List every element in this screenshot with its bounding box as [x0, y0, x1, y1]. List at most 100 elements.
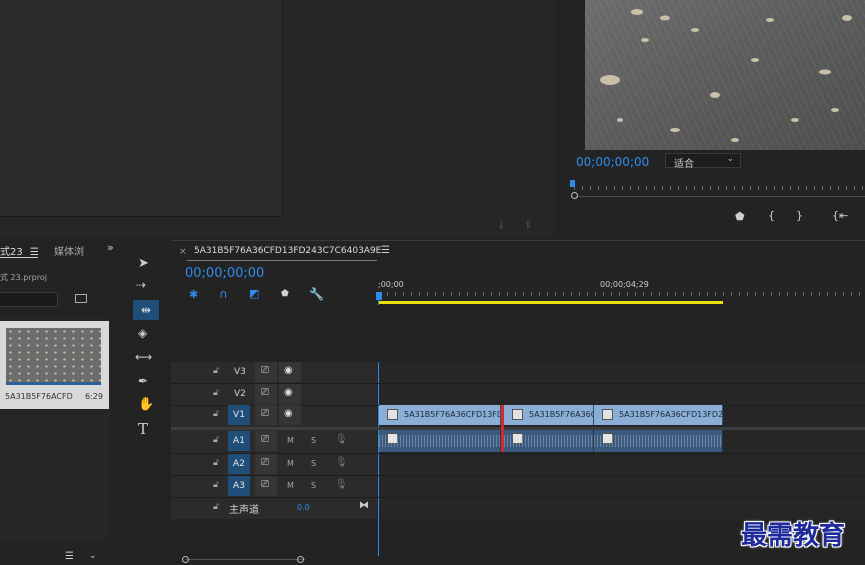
- timeline-timecode[interactable]: 00;00;00;00: [185, 266, 264, 281]
- lock-icon[interactable]: 🔓︎: [213, 480, 219, 490]
- pen-tool-icon[interactable]: ✒: [138, 374, 148, 388]
- microphone-icon[interactable]: 🎙︎: [335, 457, 348, 468]
- panel-overflow-icon[interactable]: »: [107, 241, 114, 254]
- hand-tool-icon[interactable]: ✋: [138, 397, 154, 412]
- video-clip-3[interactable]: 5A31B5F76A36CFD13FD24: [594, 405, 723, 425]
- track-a1-target[interactable]: A1: [228, 431, 250, 451]
- eye-icon[interactable]: ◉: [284, 387, 293, 398]
- film-icon[interactable]: ⎚: [261, 479, 269, 490]
- solo-button[interactable]: S: [311, 459, 316, 468]
- audio-clip-1[interactable]: [379, 430, 501, 452]
- track-area-empty: [171, 305, 865, 362]
- sequence-tab[interactable]: 5A31B5F76A36CFD13FD243C7C6403A9E: [194, 246, 381, 256]
- film-icon[interactable]: ⎚: [261, 365, 269, 376]
- selection-tool-icon[interactable]: ➤: [138, 256, 149, 271]
- export-frame-icon[interactable]: ⇪: [524, 220, 536, 231]
- film-icon[interactable]: ⎚: [261, 457, 269, 468]
- track-a2-target[interactable]: A2: [228, 454, 250, 474]
- timeline-scroll-track[interactable]: [185, 559, 305, 560]
- mark-out-icon[interactable]: }: [796, 209, 803, 222]
- insert-icon[interactable]: ⤓: [499, 220, 511, 231]
- mark-in-icon[interactable]: {: [768, 209, 775, 222]
- insert-nest-icon[interactable]: ◩: [249, 287, 259, 300]
- solo-button[interactable]: S: [311, 481, 316, 490]
- program-time-ruler[interactable]: [574, 186, 865, 190]
- timeline-ruler[interactable]: [379, 292, 865, 296]
- program-timecode[interactable]: 00;00;00;00: [576, 155, 649, 169]
- ruler-mid-label: 00;00;04;29: [600, 280, 649, 289]
- lock-icon[interactable]: 🔓︎: [213, 435, 219, 445]
- audio-waveform: [594, 435, 722, 447]
- go-to-end-icon[interactable]: ⧓: [359, 500, 369, 511]
- tab-underline: [0, 257, 38, 258]
- audio-clip-2[interactable]: [504, 430, 594, 452]
- scroll-handle[interactable]: [297, 556, 304, 563]
- project-filename: 式 23.prproj: [0, 273, 47, 282]
- program-scroll-track[interactable]: [576, 196, 865, 197]
- wrench-icon[interactable]: 🔧: [309, 287, 324, 301]
- slip-tool-icon[interactable]: ⟷: [135, 350, 152, 364]
- close-icon[interactable]: ×: [179, 247, 187, 257]
- lock-icon[interactable]: 🔓︎: [213, 409, 219, 419]
- chevron-down-icon[interactable]: ⌄: [89, 551, 97, 561]
- ripple-edit-tool-icon[interactable]: ⇹: [133, 300, 159, 320]
- track-v3-label[interactable]: V3: [234, 367, 246, 377]
- work-area-bar[interactable]: [379, 301, 723, 304]
- list-view-icon[interactable]: ☰: [65, 551, 74, 562]
- program-playhead[interactable]: [570, 180, 575, 187]
- clip-duration: 6:29: [85, 392, 103, 401]
- project-panel: 式23 ☰ 媒体浏 » 式 23.prproj 5A31B5F76ACFD 6:…: [0, 240, 121, 564]
- scroll-handle[interactable]: [182, 556, 189, 563]
- lock-icon[interactable]: 🔓︎: [213, 388, 219, 398]
- track-v2-label[interactable]: V2: [234, 389, 246, 399]
- linked-selection-icon[interactable]: ∩: [219, 287, 228, 301]
- film-icon[interactable]: ⎚: [261, 387, 269, 398]
- go-to-in-icon[interactable]: {⇤: [832, 209, 848, 222]
- razor-tool-icon[interactable]: ◈: [138, 326, 147, 340]
- lock-icon[interactable]: 🔓︎: [213, 366, 219, 376]
- film-icon[interactable]: ⎚: [261, 408, 269, 419]
- menu-icon[interactable]: ☰: [381, 245, 390, 256]
- microphone-icon[interactable]: 🎙︎: [335, 434, 348, 445]
- fit-dropdown[interactable]: 适合 ⌄: [665, 153, 741, 170]
- eye-icon[interactable]: ◉: [284, 365, 293, 376]
- eye-icon[interactable]: ◉: [284, 408, 293, 419]
- mute-button[interactable]: M: [287, 481, 294, 490]
- audio-waveform: [504, 435, 593, 447]
- track-v1-target[interactable]: V1: [228, 405, 250, 425]
- tab-project[interactable]: 式23 ☰: [0, 243, 39, 258]
- lock-icon[interactable]: 🔓︎: [213, 458, 219, 468]
- mute-button[interactable]: M: [287, 459, 294, 468]
- microphone-icon[interactable]: 🎙︎: [335, 479, 348, 490]
- add-marker-icon[interactable]: ⬟: [281, 289, 289, 299]
- project-search-input[interactable]: [0, 292, 58, 307]
- tab-underline: [187, 260, 377, 261]
- tab-media-browser[interactable]: 媒体浏: [54, 243, 84, 258]
- mute-button[interactable]: M: [287, 436, 294, 445]
- source-monitor-panel: ⤓ ⇪: [0, 0, 555, 237]
- track-a3-target[interactable]: A3: [228, 476, 250, 496]
- film-icon[interactable]: ⎚: [261, 434, 269, 445]
- find-icon[interactable]: [75, 294, 87, 303]
- video-clip-2[interactable]: 5A31B5F76A36C: [504, 405, 594, 425]
- fx-icon: [387, 409, 398, 420]
- solo-button[interactable]: S: [311, 436, 316, 445]
- track-select-tool-icon[interactable]: ⇢: [136, 278, 146, 292]
- timeline-playhead[interactable]: [376, 292, 382, 300]
- fx-icon: [512, 409, 523, 420]
- track-a3: 🔓︎ A3 ⎚ M S 🎙︎: [171, 475, 865, 497]
- video-clip-3-name: 5A31B5F76A36CFD13FD24: [619, 410, 723, 419]
- clip-thumbnail-card[interactable]: 5A31B5F76ACFD 6:29: [0, 321, 109, 409]
- edit-point-marker[interactable]: [501, 405, 504, 452]
- master-volume-value[interactable]: 0.0: [297, 503, 310, 512]
- audio-clip-3[interactable]: [594, 430, 723, 452]
- track-v3: 🔓︎ V3 ⎚ ◉: [171, 362, 865, 384]
- scroll-handle[interactable]: [571, 192, 578, 199]
- snap-icon[interactable]: ✱: [189, 288, 198, 301]
- track-v2: 🔓︎ V2 ⎚ ◉: [171, 384, 865, 406]
- lock-icon[interactable]: 🔓︎: [213, 502, 219, 512]
- add-marker-icon[interactable]: ⬟: [735, 210, 745, 223]
- video-clip-1[interactable]: 5A31B5F76A36CFD13FD2: [379, 405, 501, 425]
- track-a2: 🔓︎ A2 ⎚ M S 🎙︎: [171, 453, 865, 475]
- type-tool-icon[interactable]: T: [138, 420, 148, 438]
